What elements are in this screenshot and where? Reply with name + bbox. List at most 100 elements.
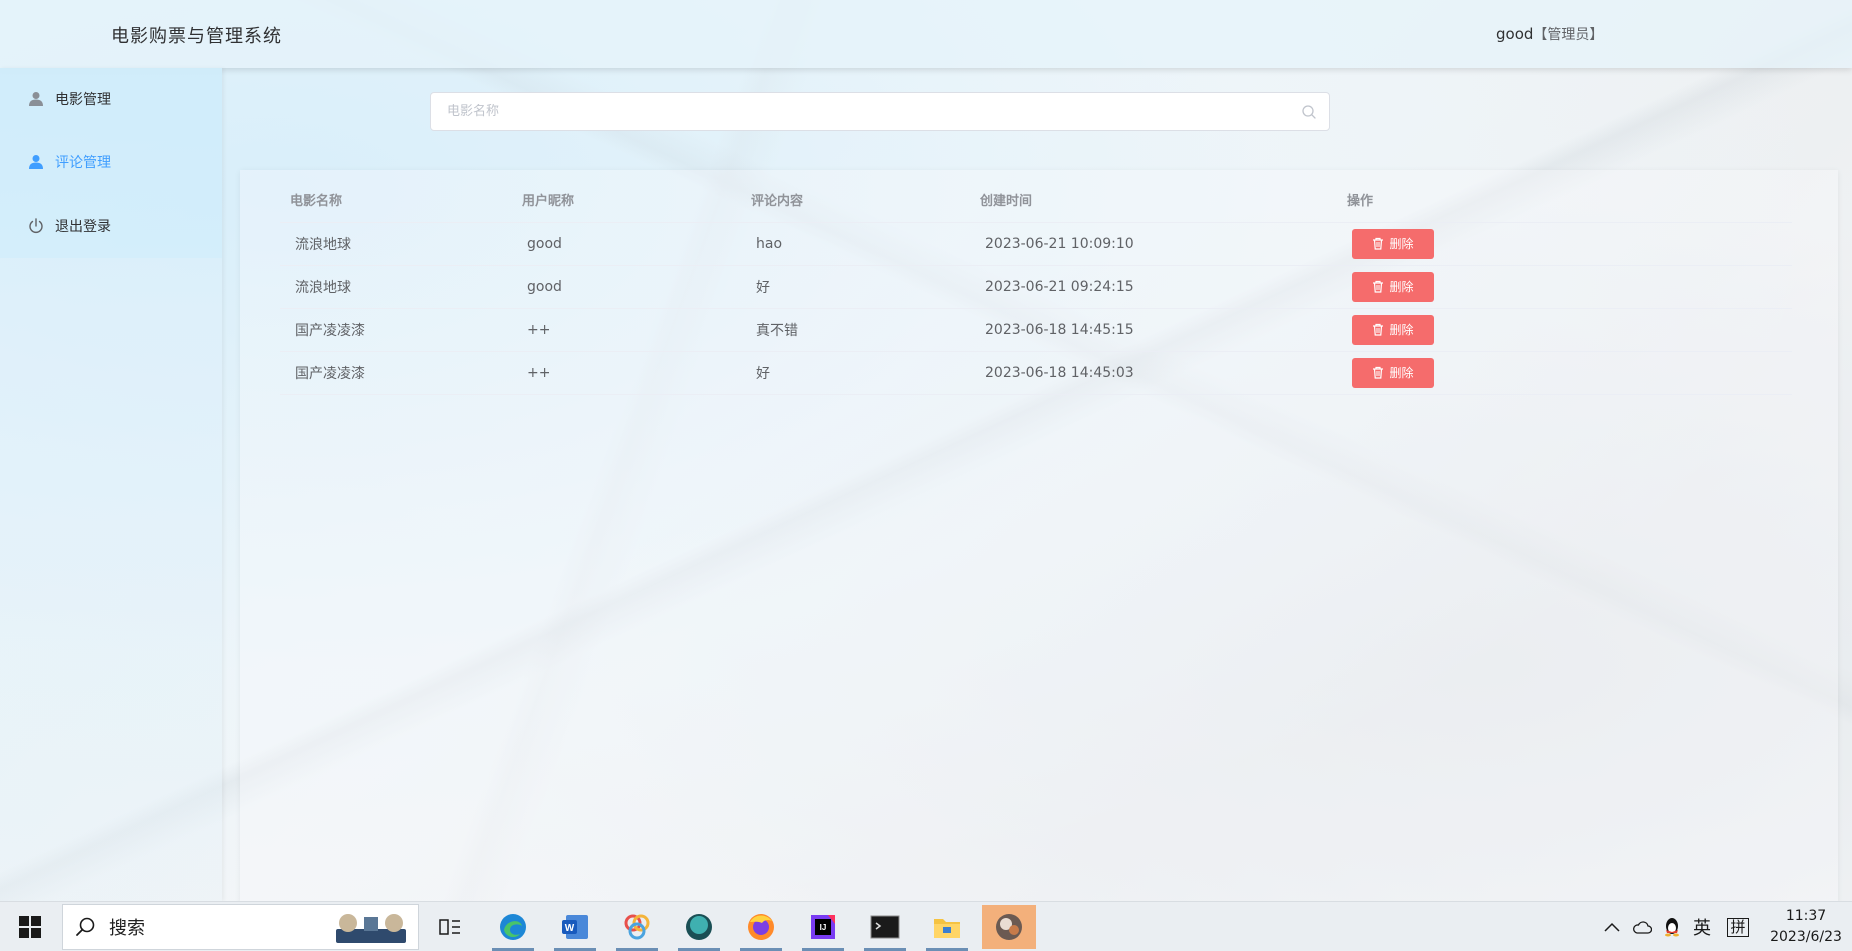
- chevron-up-icon: [1604, 922, 1620, 932]
- taskbar: 搜索 W IJ 英 拼 11:37 2023/6/23: [0, 901, 1852, 951]
- sidebar-menu: 电影管理 评论管理 退出登录: [0, 68, 222, 258]
- ime-mode-button[interactable]: 拼: [1724, 914, 1752, 940]
- user-icon: [27, 153, 45, 171]
- cell-created: 2023-06-18 14:45:03: [970, 351, 1337, 395]
- delete-button[interactable]: 删除: [1352, 228, 1434, 259]
- terminal-icon: [870, 915, 900, 939]
- cell-action: 删除: [1337, 351, 1792, 395]
- edge-icon: [500, 914, 526, 940]
- cell-movie: 流浪地球: [280, 265, 512, 309]
- taskbar-app-file-explorer[interactable]: [920, 907, 974, 951]
- delete-label: 删除: [1389, 323, 1414, 337]
- column-header-user: 用户昵称: [512, 178, 741, 223]
- svg-text:W: W: [565, 923, 575, 934]
- taskbar-app-colorful[interactable]: [610, 907, 664, 951]
- taskbar-app-teal[interactable]: [672, 907, 726, 951]
- trash-icon: [1373, 237, 1384, 250]
- svg-text:IJ: IJ: [820, 923, 827, 932]
- column-header-movie: 电影名称: [280, 178, 512, 223]
- task-view-icon: [439, 919, 460, 935]
- colorful-app-icon: [624, 914, 650, 940]
- cell-user: ++: [512, 351, 741, 395]
- cell-movie: 国产凌凌漆: [280, 308, 512, 352]
- qq-tray-button[interactable]: [1660, 914, 1684, 940]
- delete-button[interactable]: 删除: [1352, 357, 1434, 388]
- cell-comment: hao: [741, 222, 970, 266]
- movie-name-search[interactable]: [430, 92, 1330, 131]
- taskbar-app-word[interactable]: W: [548, 907, 602, 951]
- cell-comment: 好: [741, 265, 970, 309]
- user-role: 【管理员】: [1533, 27, 1604, 43]
- cell-movie: 流浪地球: [280, 222, 512, 266]
- cell-user: good: [512, 265, 741, 309]
- top-header: 电影购票与管理系统 good【管理员】: [0, 0, 1852, 68]
- column-header-action: 操作: [1337, 178, 1792, 223]
- windows-icon: [19, 916, 41, 938]
- ime-mode-label: 拼: [1727, 917, 1749, 937]
- trash-icon: [1373, 280, 1384, 293]
- delete-button[interactable]: 删除: [1352, 271, 1434, 302]
- trash-icon: [1373, 366, 1384, 379]
- taskbar-clock[interactable]: 11:37 2023/6/23: [1766, 906, 1846, 948]
- cell-comment: 真不错: [741, 308, 970, 352]
- cell-user: good: [512, 222, 741, 266]
- taskbar-app-active[interactable]: [982, 905, 1036, 949]
- column-header-comment: 评论内容: [741, 178, 970, 223]
- user-info[interactable]: good【管理员】: [1496, 24, 1603, 44]
- word-icon: W: [562, 915, 588, 939]
- firefox-icon: [748, 914, 774, 940]
- sidebar: 电影管理 评论管理 退出登录: [0, 68, 222, 901]
- task-view-button[interactable]: [423, 907, 477, 947]
- table-row: 国产凌凌漆 ++ 真不错 2023-06-18 14:45:15 删除: [280, 308, 1792, 352]
- taskbar-search-box[interactable]: 搜索: [62, 904, 419, 950]
- show-hidden-icons-button[interactable]: [1600, 914, 1624, 940]
- taskbar-app-firefox[interactable]: [734, 907, 788, 951]
- table-row: 流浪地球 good 好 2023-06-21 09:24:15 删除: [280, 265, 1792, 309]
- cell-created: 2023-06-21 09:24:15: [970, 265, 1337, 309]
- onedrive-tray-button[interactable]: [1630, 914, 1654, 940]
- delete-label: 删除: [1389, 366, 1414, 380]
- folder-icon: [934, 919, 960, 938]
- sidebar-item-comment-management[interactable]: 评论管理: [0, 131, 222, 193]
- sidebar-item-movie-management[interactable]: 电影管理: [0, 68, 222, 130]
- power-icon: [27, 217, 45, 235]
- search-highlight-image: [336, 914, 406, 943]
- taskbar-search-label: 搜索: [109, 918, 145, 939]
- cloud-icon: [1633, 921, 1652, 934]
- start-button[interactable]: [8, 909, 52, 945]
- ime-language-button[interactable]: 英: [1688, 914, 1716, 940]
- cell-comment: 好: [741, 351, 970, 395]
- cell-action: 删除: [1337, 222, 1792, 266]
- search-icon[interactable]: [1301, 104, 1317, 120]
- teal-app-icon: [686, 914, 712, 940]
- taskbar-app-intellij[interactable]: IJ: [796, 907, 850, 951]
- active-app-icon: [996, 914, 1022, 940]
- search-input[interactable]: [431, 104, 1291, 119]
- clock-time: 11:37: [1785, 908, 1827, 924]
- table-row: 流浪地球 good hao 2023-06-21 10:09:10 删除: [280, 222, 1792, 266]
- app-title: 电影购票与管理系统: [111, 26, 282, 47]
- comments-table-panel: 电影名称 用户昵称 评论内容 创建时间 操作 流浪地球 good hao 202…: [240, 170, 1838, 905]
- username: good: [1496, 25, 1534, 43]
- intellij-icon: IJ: [811, 915, 835, 939]
- sidebar-item-label: 电影管理: [55, 92, 111, 108]
- sidebar-item-label: 退出登录: [55, 219, 111, 235]
- search-icon: [76, 917, 95, 936]
- table-header-row: 电影名称 用户昵称 评论内容 创建时间 操作: [280, 178, 1792, 223]
- clock-date: 2023/6/23: [1770, 929, 1842, 945]
- qq-penguin-icon: [1665, 918, 1679, 937]
- taskbar-app-edge[interactable]: [486, 907, 540, 951]
- cell-action: 删除: [1337, 308, 1792, 352]
- comments-table: 电影名称 用户昵称 评论内容 创建时间 操作 流浪地球 good hao 202…: [280, 178, 1792, 395]
- cell-created: 2023-06-21 10:09:10: [970, 222, 1337, 266]
- cell-created: 2023-06-18 14:45:15: [970, 308, 1337, 352]
- taskbar-app-terminal[interactable]: [858, 907, 912, 951]
- user-icon: [27, 90, 45, 108]
- trash-icon: [1373, 323, 1384, 336]
- cell-user: ++: [512, 308, 741, 352]
- sidebar-item-logout[interactable]: 退出登录: [0, 195, 222, 257]
- delete-button[interactable]: 删除: [1352, 314, 1434, 345]
- delete-label: 删除: [1389, 280, 1414, 294]
- cell-action: 删除: [1337, 265, 1792, 309]
- column-header-created: 创建时间: [970, 178, 1337, 223]
